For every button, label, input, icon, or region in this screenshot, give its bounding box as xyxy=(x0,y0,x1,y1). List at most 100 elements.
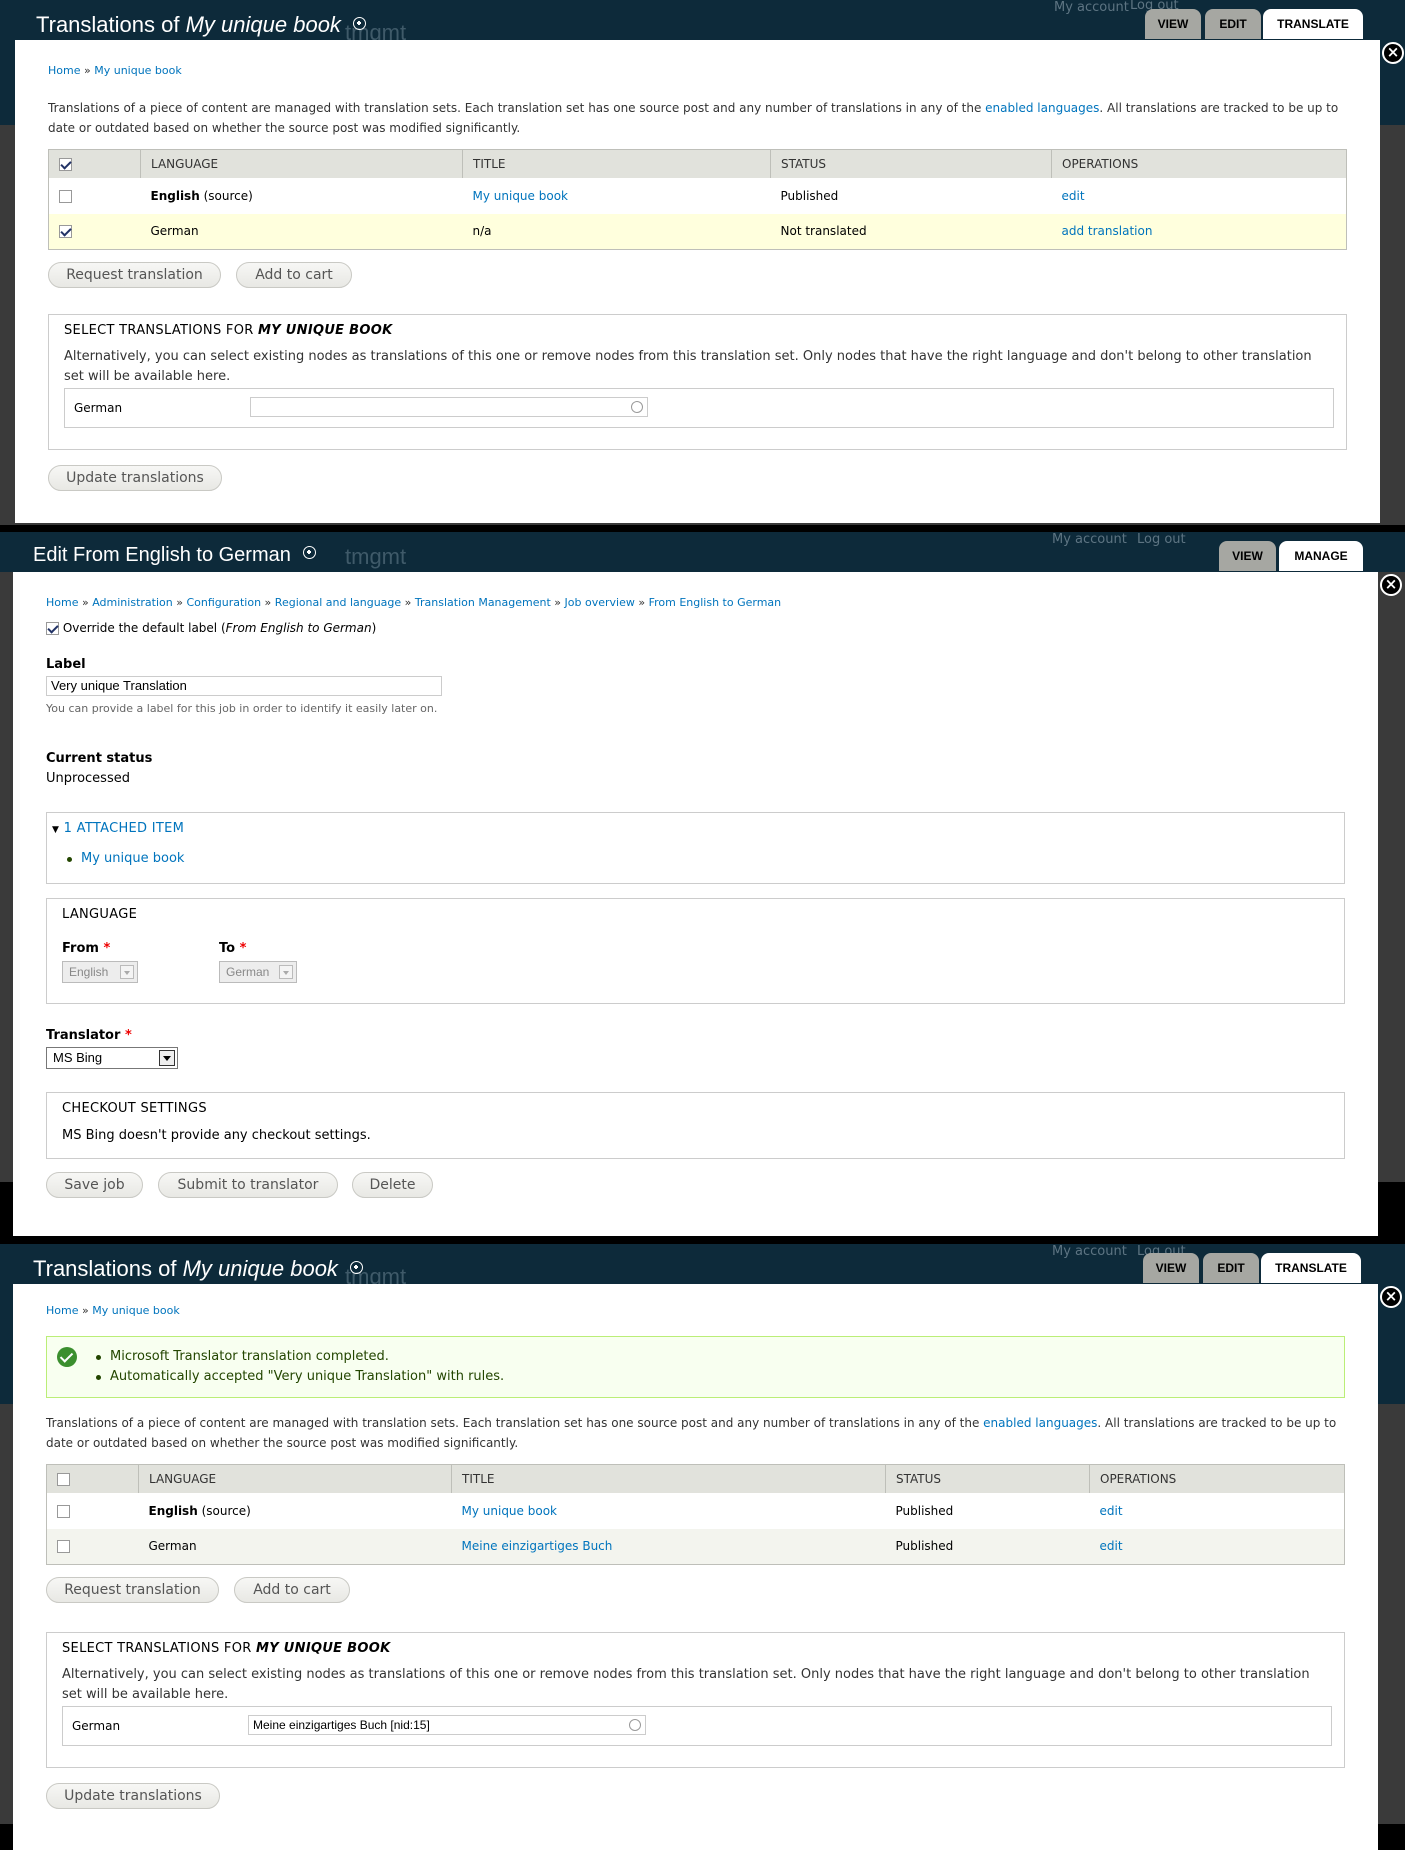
language-cell: English (source) xyxy=(140,177,463,214)
operations-cell: add translation xyxy=(1051,213,1347,250)
add-shortcut-icon[interactable] xyxy=(349,1261,363,1274)
breadcrumb-home[interactable]: Home xyxy=(48,64,80,77)
translation-description: Translations of a piece of content are m… xyxy=(46,1413,1346,1453)
column-operations: OPERATIONS xyxy=(1089,1464,1345,1493)
attached-items-toggle[interactable]: ▼ 1 ATTACHED ITEM xyxy=(52,821,184,836)
source-tag: (source) xyxy=(201,1503,251,1518)
table-row: German n/a Not translated add translatio… xyxy=(48,213,1347,250)
attached-item-link[interactable]: My unique book xyxy=(81,851,184,866)
autocomplete-throbber-icon xyxy=(631,401,643,413)
required-marker: * xyxy=(103,941,111,956)
german-node-autocomplete[interactable] xyxy=(250,397,648,417)
title-link[interactable]: My unique book xyxy=(462,1504,557,1518)
my-account-link[interactable]: My account xyxy=(1054,0,1129,15)
page-title-text: Translations of xyxy=(33,1256,177,1281)
edit-link[interactable]: edit xyxy=(1062,189,1085,203)
page-title-text: Edit From English to German xyxy=(33,544,291,566)
request-translation-button[interactable]: Request translation xyxy=(46,1577,219,1603)
breadcrumb-home[interactable]: Home xyxy=(46,596,78,609)
required-marker: * xyxy=(239,941,247,956)
submit-to-translator-button[interactable]: Submit to translator xyxy=(158,1172,338,1198)
row-select xyxy=(46,1528,139,1565)
to-language-select: German xyxy=(219,961,297,983)
language-name: English xyxy=(150,188,200,203)
close-overlay-icon[interactable]: × xyxy=(1382,42,1404,64)
title-link[interactable]: My unique book xyxy=(473,189,568,203)
breadcrumb-node[interactable]: My unique book xyxy=(92,1304,180,1317)
add-translation-link[interactable]: add translation xyxy=(1062,224,1153,238)
translator-select[interactable]: MS Bing xyxy=(46,1047,178,1069)
to-label-text: To xyxy=(219,941,236,956)
add-to-cart-button[interactable]: Add to cart xyxy=(236,262,352,288)
log-out-link[interactable]: Log out xyxy=(1137,532,1186,547)
list-item: Automatically accepted "Very unique Tran… xyxy=(95,1369,505,1384)
select-all-checkbox[interactable] xyxy=(57,1472,70,1486)
german-field-label: German xyxy=(72,1719,121,1733)
fieldset-legend: SELECT TRANSLATIONS FOR MY UNIQUE BOOK xyxy=(62,1641,390,1656)
tab-view[interactable]: VIEW xyxy=(1219,541,1276,571)
title-cell: My unique book xyxy=(462,177,771,214)
tab-view[interactable]: VIEW xyxy=(1145,9,1201,39)
tab-translate[interactable]: TRANSLATE xyxy=(1263,9,1363,39)
edit-link[interactable]: edit xyxy=(1100,1539,1123,1553)
breadcrumb-node[interactable]: My unique book xyxy=(94,64,182,77)
override-label-checkbox[interactable] xyxy=(46,622,59,635)
row-checkbox[interactable] xyxy=(59,189,72,203)
fieldset-description: Alternatively, you can select existing n… xyxy=(62,1667,1310,1702)
close-overlay-icon[interactable]: × xyxy=(1380,574,1402,596)
add-shortcut-icon[interactable] xyxy=(352,17,366,30)
breadcrumb-configuration[interactable]: Configuration xyxy=(186,596,261,609)
breadcrumb-home[interactable]: Home xyxy=(46,1304,78,1317)
tab-edit[interactable]: EDIT xyxy=(1205,9,1261,39)
breadcrumb-translation-management[interactable]: Translation Management xyxy=(415,596,551,609)
label-input[interactable]: Very unique Translation xyxy=(46,676,442,696)
german-node-autocomplete[interactable]: Meine einzigartiges Buch [nid:15] xyxy=(248,1715,646,1735)
page-title: Translations of My unique book xyxy=(33,1256,363,1282)
add-to-cart-button[interactable]: Add to cart xyxy=(234,1577,350,1603)
edit-link[interactable]: edit xyxy=(1100,1504,1123,1518)
page-title-node: My unique book xyxy=(185,12,341,37)
enabled-languages-link[interactable]: enabled languages xyxy=(985,101,1099,115)
translation-field-row: German Meine einzigartiges Buch [nid:15] xyxy=(62,1706,1332,1746)
current-status-title: Current status xyxy=(46,751,153,766)
status-cell: Published xyxy=(885,1528,1090,1565)
save-job-button[interactable]: Save job xyxy=(46,1172,143,1198)
table-row: German Meine einzigartiges Buch Publishe… xyxy=(46,1528,1345,1565)
breadcrumb-job[interactable]: From English to German xyxy=(649,596,782,609)
tab-edit[interactable]: EDIT xyxy=(1203,1253,1259,1283)
row-select xyxy=(46,1492,139,1529)
breadcrumb-administration[interactable]: Administration xyxy=(92,596,173,609)
list-item: Microsoft Translator translation complet… xyxy=(96,1349,389,1364)
update-translations-button[interactable]: Update translations xyxy=(46,1783,220,1809)
enabled-languages-link[interactable]: enabled languages xyxy=(983,1416,1097,1430)
current-status-value: Unprocessed xyxy=(46,771,130,786)
row-checkbox[interactable] xyxy=(59,225,72,239)
update-translations-button[interactable]: Update translations xyxy=(48,465,222,491)
row-checkbox[interactable] xyxy=(57,1540,70,1554)
delete-button[interactable]: Delete xyxy=(352,1172,433,1198)
tab-manage[interactable]: MANAGE xyxy=(1279,541,1363,571)
title-link[interactable]: Meine einzigartiges Buch xyxy=(462,1539,613,1553)
breadcrumb-regional[interactable]: Regional and language xyxy=(275,596,401,609)
from-language-value: English xyxy=(69,965,109,979)
close-overlay-icon[interactable]: × xyxy=(1380,1286,1402,1308)
label-input-value: Very unique Translation xyxy=(51,678,187,693)
request-translation-button[interactable]: Request translation xyxy=(48,262,221,288)
language-cell: German xyxy=(140,213,463,250)
select-all-checkbox[interactable] xyxy=(59,157,72,171)
translator-value: MS Bing xyxy=(53,1050,103,1065)
tab-view[interactable]: VIEW xyxy=(1143,1253,1199,1283)
tab-translate[interactable]: TRANSLATE xyxy=(1261,1253,1361,1283)
overlay-content: Home » My unique book Translations of a … xyxy=(15,40,1380,523)
add-shortcut-icon[interactable] xyxy=(302,546,316,559)
row-select xyxy=(48,213,141,250)
my-account-link[interactable]: My account xyxy=(1052,1244,1127,1259)
my-account-link[interactable]: My account xyxy=(1052,532,1127,547)
breadcrumb-job-overview[interactable]: Job overview xyxy=(565,596,635,609)
language-cell: German xyxy=(138,1528,452,1565)
select-translations-fieldset: SELECT TRANSLATIONS FOR MY UNIQUE BOOK A… xyxy=(46,1632,1345,1768)
autocomplete-value: Meine einzigartiges Buch [nid:15] xyxy=(253,1718,430,1732)
language-fieldset: LANGUAGE From * English To * German xyxy=(46,898,1345,1004)
row-checkbox[interactable] xyxy=(57,1504,70,1518)
select-translations-fieldset: SELECT TRANSLATIONS FOR MY UNIQUE BOOK A… xyxy=(48,314,1347,450)
